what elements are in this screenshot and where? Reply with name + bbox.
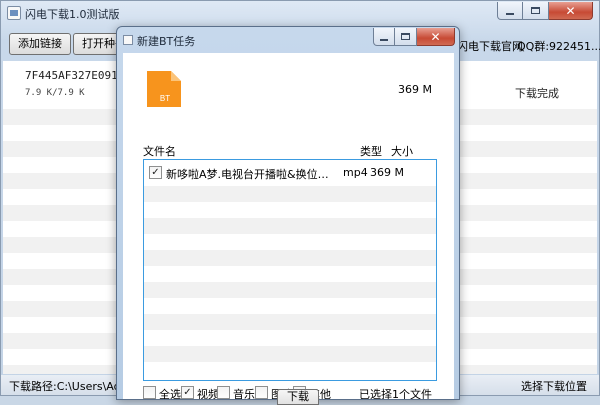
bt-file-icon: BT [147, 71, 181, 107]
app-icon [7, 6, 21, 20]
task-status: 下载完成 [515, 87, 559, 100]
maximize-icon [531, 7, 540, 14]
dialog-body: BT 369 M 文件名 类型 大小 新哆啦A梦.电视台开播啦&换位手枪.中日字… [123, 53, 454, 399]
file-checkbox[interactable] [149, 166, 162, 179]
add-link-button[interactable]: 添加链接 [9, 33, 71, 55]
list-stripe [144, 250, 436, 266]
filter-label: 视频 [197, 388, 219, 399]
file-name: 新哆啦A梦.电视台开播啦&换位手枪.中日字幕.mp4 [166, 168, 336, 181]
title-bar: 闪电下载1.0测试版 ✕ [1, 1, 599, 27]
close-icon: ✕ [430, 29, 441, 44]
file-type: mp4 [343, 166, 368, 179]
window-controls: ✕ [497, 2, 593, 20]
select-all-checkbox[interactable] [143, 386, 156, 399]
filter-label: 全选 [159, 388, 181, 399]
minimize-button[interactable] [497, 2, 523, 20]
maximize-icon [401, 33, 410, 40]
header-size: 大小 [391, 145, 413, 158]
new-bt-task-dialog: 新建BT任务 ✕ BT 369 M 文件名 类型 大小 新哆啦A梦.电视台开播啦… [116, 26, 460, 405]
file-size: 369 M [370, 166, 404, 179]
dialog-close-button[interactable]: ✕ [417, 28, 455, 46]
maximize-button[interactable] [523, 2, 549, 20]
total-size: 369 M [398, 83, 432, 96]
choose-location-link[interactable]: 选择下载位置 [521, 378, 587, 394]
minimize-icon [506, 12, 514, 15]
list-stripe [144, 346, 436, 362]
official-site-link[interactable]: 闪电下载官网 [457, 38, 523, 54]
minimize-icon [380, 38, 388, 41]
dialog-minimize-button[interactable] [373, 28, 395, 46]
dialog-controls: ✕ [373, 28, 455, 46]
download-button[interactable]: 下载 [277, 389, 319, 405]
dialog-icon [123, 35, 133, 45]
music-checkbox[interactable] [217, 386, 230, 399]
close-icon: ✕ [565, 3, 576, 18]
dialog-title: 新建BT任务 [137, 35, 196, 48]
header-file-name: 文件名 [143, 145, 176, 158]
image-checkbox[interactable] [255, 386, 268, 399]
file-list: 新哆啦A梦.电视台开播啦&换位手枪.中日字幕.mp4 mp4 369 M [143, 159, 437, 381]
qq-group-text: QQ群:922451... [517, 40, 600, 53]
selected-count: 已选择1个文件 [359, 388, 432, 399]
dialog-maximize-button[interactable] [395, 28, 417, 46]
close-button[interactable]: ✕ [549, 2, 593, 20]
list-stripe [144, 186, 436, 202]
video-checkbox[interactable] [181, 386, 194, 399]
svg-text:BT: BT [160, 94, 170, 103]
list-stripe [144, 218, 436, 234]
filter-label: 音乐 [233, 388, 255, 399]
header-type: 类型 [360, 145, 382, 158]
list-stripe [144, 282, 436, 298]
file-row[interactable]: 新哆啦A梦.电视台开播啦&换位手枪.中日字幕.mp4 mp4 369 M [144, 162, 436, 184]
task-speed: 7.9 K/7.9 K [25, 88, 85, 98]
list-stripe [144, 314, 436, 330]
window-title: 闪电下载1.0测试版 [25, 8, 120, 21]
